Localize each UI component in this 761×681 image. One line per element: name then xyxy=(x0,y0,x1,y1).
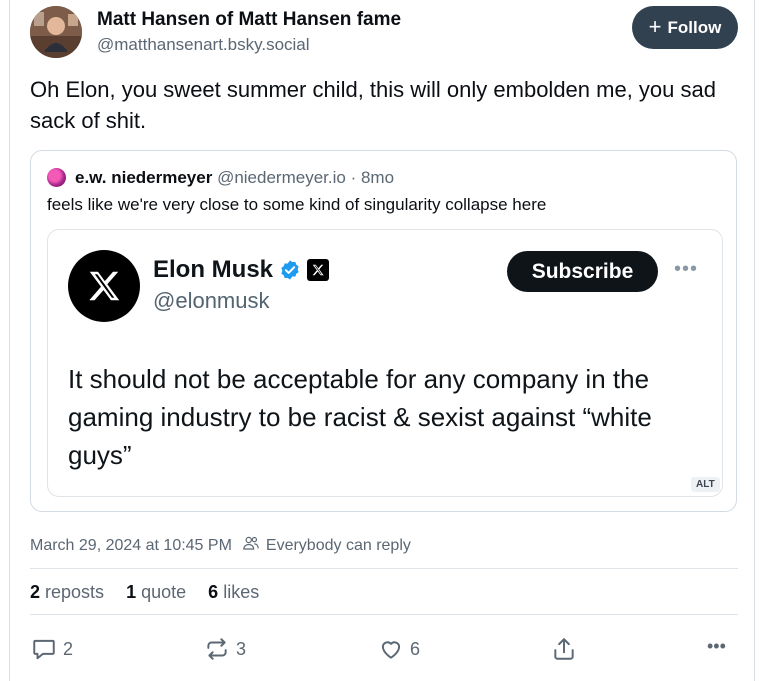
quoted-post-text: feels like we're very close to some kind… xyxy=(47,195,547,214)
embed-more-icon: ••• xyxy=(674,258,699,280)
plus-icon: + xyxy=(648,13,662,39)
reposts-count: 2 xyxy=(30,582,41,602)
like-button[interactable]: 6 xyxy=(378,636,420,662)
x-affiliate-icon xyxy=(307,259,330,281)
reposts-label: reposts xyxy=(45,582,105,602)
heart-icon xyxy=(381,641,401,659)
share-icon xyxy=(554,638,574,660)
reply-count: 2 xyxy=(63,638,74,659)
quotes-label: quote xyxy=(141,582,187,602)
divider xyxy=(30,568,738,569)
embed-post-text: It should not be acceptable for any comp… xyxy=(68,364,652,470)
reposts-stat[interactable]: 2 reposts xyxy=(30,582,121,602)
embed-author-handle: @elonmusk xyxy=(153,288,270,313)
divider xyxy=(30,614,738,615)
reply-setting[interactable]: Everybody can reply xyxy=(266,537,411,555)
reply-icon xyxy=(33,639,55,660)
quotes-count: 1 xyxy=(126,582,137,602)
quoted-author-handle[interactable]: @niedermeyer.io xyxy=(217,168,346,187)
alt-text-badge[interactable]: ALT xyxy=(691,477,720,492)
engagement-stats: 2 reposts 1 quote 6 likes xyxy=(30,582,276,603)
meta-separator: · xyxy=(350,168,357,187)
x-logo-avatar xyxy=(68,250,140,322)
repost-count: 3 xyxy=(236,638,247,659)
share-button[interactable] xyxy=(551,636,577,662)
quoted-post-age: 8mo xyxy=(360,168,395,187)
quoted-post-card[interactable]: e.w. niedermeyer @niedermeyer.io · 8mo f… xyxy=(30,150,737,512)
subscribe-button: Subscribe xyxy=(507,251,658,292)
embedded-image[interactable]: Elon Musk @elonmusk Subscribe ••• It sho… xyxy=(47,229,723,497)
author-handle[interactable]: @matthansenart.bsky.social xyxy=(97,35,310,55)
post-timestamp[interactable]: March 29, 2024 at 10:45 PM xyxy=(30,537,232,555)
like-count: 6 xyxy=(410,638,421,659)
x-logo-icon xyxy=(89,271,120,301)
likes-label: likes xyxy=(223,582,260,602)
quoted-post-header: e.w. niedermeyer @niedermeyer.io · 8mo xyxy=(75,168,394,188)
repost-icon xyxy=(207,638,227,660)
embed-author-name: Elon Musk xyxy=(153,256,274,283)
repost-button[interactable]: 3 xyxy=(204,636,246,662)
likes-count: 6 xyxy=(208,582,219,602)
people-icon xyxy=(242,534,260,557)
embed-author-row: Elon Musk xyxy=(153,256,330,284)
more-options-icon[interactable]: ••• xyxy=(707,636,726,657)
post-meta-row: March 29, 2024 at 10:45 PM Everybody can… xyxy=(30,534,411,557)
verified-check-icon xyxy=(279,259,301,281)
follow-label: Follow xyxy=(667,17,722,37)
quoted-author-avatar[interactable] xyxy=(47,168,66,187)
likes-stat[interactable]: 6 likes xyxy=(208,582,276,602)
post-text: Oh Elon, you sweet summer child, this wi… xyxy=(30,77,716,133)
author-avatar[interactable] xyxy=(30,6,82,58)
quotes-stat[interactable]: 1 quote xyxy=(126,582,203,602)
follow-button[interactable]: + Follow xyxy=(632,6,738,49)
quoted-author-name[interactable]: e.w. niedermeyer xyxy=(75,168,212,187)
reply-button[interactable]: 2 xyxy=(31,636,73,662)
author-name[interactable]: Matt Hansen of Matt Hansen fame xyxy=(97,9,401,31)
